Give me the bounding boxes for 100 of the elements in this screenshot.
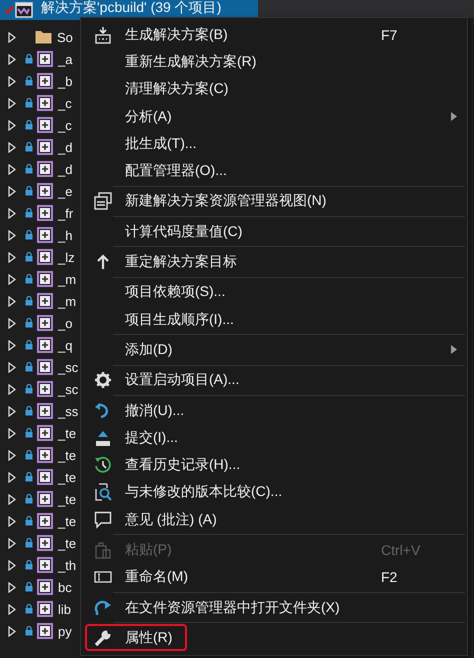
tree-item-label[interactable]: _te xyxy=(58,514,76,528)
menu-item[interactable]: 分析(A) xyxy=(81,102,467,130)
expand-arrow-icon[interactable] xyxy=(8,318,16,328)
folder-icon xyxy=(35,30,52,44)
lock-icon xyxy=(25,230,33,240)
expand-arrow-icon[interactable] xyxy=(8,142,16,152)
project-icon xyxy=(37,161,53,177)
tree-item-label[interactable]: _sc xyxy=(58,382,78,396)
menu-item[interactable]: 添加(D) xyxy=(81,336,467,364)
menu-item[interactable]: 在文件资源管理器中打开文件夹(X) xyxy=(81,594,467,622)
expand-arrow-icon[interactable] xyxy=(8,120,16,130)
tree-item-label[interactable]: _lz xyxy=(58,250,75,264)
tree-item-label[interactable]: _c xyxy=(58,118,72,132)
menu-item[interactable]: 重新生成解决方案(R) xyxy=(81,48,467,76)
lock-icon xyxy=(25,208,33,218)
tree-item-label[interactable]: _d xyxy=(58,162,72,176)
tree-item-label[interactable]: lib xyxy=(58,602,72,616)
lock-icon xyxy=(25,626,33,636)
tree-item-label[interactable]: _te xyxy=(58,470,76,484)
menu-item[interactable]: 批生成(T)... xyxy=(81,130,467,158)
expand-arrow-icon[interactable] xyxy=(8,98,16,108)
tree-item-label[interactable]: _sc xyxy=(58,360,78,374)
expand-arrow-icon[interactable] xyxy=(8,186,16,196)
menu-item[interactable]: 查看历史记录(H)... xyxy=(81,451,467,479)
lock-icon xyxy=(25,362,33,372)
tree-item-label[interactable]: _a xyxy=(58,52,72,66)
tree-item-label[interactable]: _te xyxy=(58,492,76,506)
tree-item-label[interactable]: _d xyxy=(58,140,72,154)
tree-item-label[interactable]: _q xyxy=(58,338,72,352)
expand-arrow-icon[interactable] xyxy=(8,428,16,438)
menu-item[interactable]: 项目生成顺序(I)... xyxy=(81,306,467,334)
expand-arrow-icon[interactable] xyxy=(8,54,16,64)
expand-arrow-icon[interactable] xyxy=(8,406,16,416)
menu-item[interactable]: 生成解决方案(B) F7 xyxy=(81,21,467,48)
project-icon xyxy=(37,205,53,221)
tree-item-label[interactable]: _m xyxy=(58,294,76,308)
menu-item[interactable]: 意见 (批注) (A) xyxy=(81,506,467,534)
expand-arrow-icon[interactable] xyxy=(8,164,16,174)
expand-arrow-icon[interactable] xyxy=(8,626,16,636)
menu-item[interactable]: 新建解决方案资源管理器视图(N) xyxy=(81,188,467,216)
lock-icon xyxy=(25,538,33,548)
lock-icon xyxy=(25,318,33,328)
project-icon xyxy=(37,337,53,353)
tree-item-label[interactable]: _th xyxy=(58,558,76,572)
menu-item[interactable]: 重定解决方案目标 xyxy=(81,248,467,276)
menu-item[interactable]: 重命名(M) F2 xyxy=(81,564,467,591)
tree-item-label[interactable]: _te xyxy=(58,426,76,440)
expand-arrow-icon[interactable] xyxy=(8,274,16,284)
tree-item-label[interactable]: py xyxy=(58,624,72,638)
project-icon xyxy=(37,623,53,639)
menu-item[interactable]: 项目依赖项(S)... xyxy=(81,278,467,306)
menu-item[interactable]: 计算代码度量值(C) xyxy=(81,218,467,246)
project-icon xyxy=(37,249,53,265)
expand-arrow-icon[interactable] xyxy=(8,472,16,482)
tree-item-label[interactable]: _c xyxy=(58,96,72,110)
history-icon xyxy=(94,456,112,474)
expand-arrow-icon[interactable] xyxy=(8,494,16,504)
expand-arrow-icon[interactable] xyxy=(8,604,16,614)
menu-item[interactable]: 提交(I)... xyxy=(81,424,467,452)
tree-item-label[interactable]: _o xyxy=(58,316,72,330)
expand-arrow-icon[interactable] xyxy=(8,362,16,372)
expand-arrow-icon[interactable] xyxy=(8,32,16,42)
expand-arrow-icon[interactable] xyxy=(8,208,16,218)
lock-icon xyxy=(25,406,33,416)
lock-icon xyxy=(25,450,33,460)
tree-item-label[interactable]: _te xyxy=(58,536,76,550)
expand-arrow-icon[interactable] xyxy=(8,252,16,262)
menu-item[interactable]: 设置启动项目(A)... xyxy=(81,366,467,394)
expand-arrow-icon[interactable] xyxy=(8,340,16,350)
lock-icon xyxy=(25,494,33,504)
expand-arrow-icon[interactable] xyxy=(8,450,16,460)
menu-item[interactable]: 与未修改的版本比较(C)... xyxy=(81,478,467,506)
expand-arrow-icon[interactable] xyxy=(8,384,16,394)
project-icon xyxy=(37,315,53,331)
window-icon xyxy=(94,192,112,210)
tree-item-label[interactable]: _b xyxy=(58,74,72,88)
tree-item-label[interactable]: So xyxy=(57,30,73,44)
expand-arrow-icon[interactable] xyxy=(8,582,16,592)
tree-item-label[interactable]: _m xyxy=(58,272,76,286)
tree-item-label[interactable]: _ss xyxy=(58,404,78,418)
expand-arrow-icon[interactable] xyxy=(8,230,16,240)
tree-item-label[interactable]: _te xyxy=(58,448,76,462)
menu-item[interactable]: 清理解决方案(C) xyxy=(81,76,467,103)
tree-item-label[interactable]: _h xyxy=(58,228,72,242)
lock-icon xyxy=(25,560,33,570)
project-icon xyxy=(37,117,53,133)
tree-item-label[interactable]: _e xyxy=(58,184,72,198)
menu-item[interactable]: 撤消(U)... xyxy=(81,396,467,424)
menu-item[interactable]: 属性(R) xyxy=(81,624,467,652)
menu-item[interactable]: 配置管理器(O)... xyxy=(81,157,467,185)
project-icon xyxy=(37,227,53,243)
tree-item-label[interactable]: bc xyxy=(58,580,72,594)
expand-arrow-icon[interactable] xyxy=(8,516,16,526)
solution-row[interactable]: 解决方案'pcbuild' (39 个项目) xyxy=(0,0,258,20)
expand-arrow-icon[interactable] xyxy=(8,296,16,306)
expand-arrow-icon[interactable] xyxy=(8,76,16,86)
expand-arrow-icon[interactable] xyxy=(8,538,16,548)
expand-arrow-icon[interactable] xyxy=(8,560,16,570)
project-icon xyxy=(37,425,53,441)
tree-item-label[interactable]: _fr xyxy=(58,206,74,220)
